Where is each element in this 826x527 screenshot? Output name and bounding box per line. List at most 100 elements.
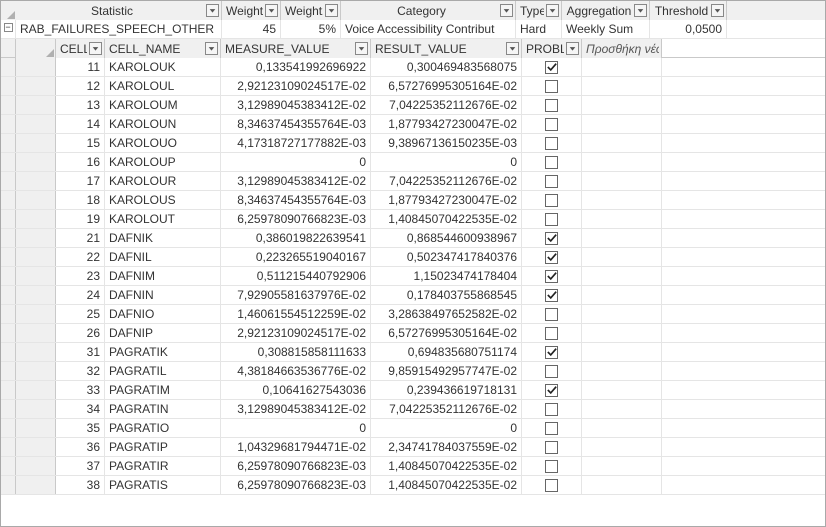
row-selector[interactable] xyxy=(16,343,56,361)
cell-result[interactable]: 9,85915492957747E-02 xyxy=(371,362,522,380)
cell-name[interactable]: KAROLOUP xyxy=(105,153,221,171)
col-header-aggregation[interactable]: Aggregation xyxy=(562,1,650,20)
checkbox-icon[interactable] xyxy=(545,308,558,321)
checkbox-icon[interactable] xyxy=(545,61,558,74)
cell-id[interactable]: 22 xyxy=(56,248,105,266)
cell-problem[interactable] xyxy=(522,305,582,323)
inner-col-problem[interactable]: PROBLE xyxy=(522,39,582,58)
cell-problem[interactable] xyxy=(522,381,582,399)
col-header-category[interactable]: Category xyxy=(341,1,516,20)
col-header-weight2[interactable]: Weight2 xyxy=(281,1,341,20)
checkbox-icon[interactable] xyxy=(545,137,558,150)
cell-result[interactable]: 1,40845070422535E-02 xyxy=(371,457,522,475)
cell-measure[interactable]: 2,92123109024517E-02 xyxy=(221,77,371,95)
col-header-weight1[interactable]: Weight1 xyxy=(222,1,281,20)
dropdown-icon[interactable] xyxy=(206,4,219,17)
row-selector[interactable] xyxy=(16,96,56,114)
cell-measure[interactable]: 3,12989045383412E-02 xyxy=(221,400,371,418)
cell-measure[interactable]: 0,308815858111633 xyxy=(221,343,371,361)
cell-name[interactable]: PAGRATIR xyxy=(105,457,221,475)
cell-id[interactable]: 16 xyxy=(56,153,105,171)
cell-problem[interactable] xyxy=(522,400,582,418)
dropdown-icon[interactable] xyxy=(325,4,338,17)
dropdown-icon[interactable] xyxy=(500,4,513,17)
row-selector[interactable] xyxy=(16,229,56,247)
cell-id[interactable]: 13 xyxy=(56,96,105,114)
cell-measure[interactable]: 4,17318727177882E-03 xyxy=(221,134,371,152)
checkbox-icon[interactable] xyxy=(545,232,558,245)
cell-id[interactable]: 15 xyxy=(56,134,105,152)
cell-result[interactable]: 1,15023474178404 xyxy=(371,267,522,285)
checkbox-icon[interactable] xyxy=(545,289,558,302)
cell-id[interactable]: 26 xyxy=(56,324,105,342)
cell-problem[interactable] xyxy=(522,419,582,437)
cell-measure[interactable]: 3,12989045383412E-02 xyxy=(221,96,371,114)
cell-problem[interactable] xyxy=(522,286,582,304)
row-selector[interactable] xyxy=(16,58,56,76)
cell-id[interactable]: 25 xyxy=(56,305,105,323)
cell-name[interactable]: PAGRATIN xyxy=(105,400,221,418)
cell-name[interactable]: KAROLOUN xyxy=(105,115,221,133)
cell-id[interactable]: 38 xyxy=(56,476,105,494)
stat-cell-threshold[interactable]: 0,0500 xyxy=(650,20,727,38)
cell-result[interactable]: 0,694835680751174 xyxy=(371,343,522,361)
col-header-threshold[interactable]: Threshold xyxy=(650,1,727,20)
checkbox-icon[interactable] xyxy=(545,365,558,378)
inner-col-addnew[interactable]: Προσθήκη νέο xyxy=(582,39,662,58)
cell-id[interactable]: 24 xyxy=(56,286,105,304)
cell-measure[interactable]: 6,25978090766823E-03 xyxy=(221,457,371,475)
cell-name[interactable]: PAGRATIP xyxy=(105,438,221,456)
checkbox-icon[interactable] xyxy=(545,99,558,112)
cell-name[interactable]: PAGRATIK xyxy=(105,343,221,361)
row-selector[interactable] xyxy=(16,172,56,190)
cell-name[interactable]: KAROLOUS xyxy=(105,191,221,209)
cell-measure[interactable]: 4,38184663536776E-02 xyxy=(221,362,371,380)
cell-problem[interactable] xyxy=(522,229,582,247)
row-selector[interactable] xyxy=(16,400,56,418)
cell-name[interactable]: PAGRATIL xyxy=(105,362,221,380)
checkbox-icon[interactable] xyxy=(545,460,558,473)
cell-measure[interactable]: 0,133541992696922 xyxy=(221,58,371,76)
select-all-corner[interactable] xyxy=(1,1,16,20)
checkbox-icon[interactable] xyxy=(545,251,558,264)
cell-name[interactable]: KAROLOUT xyxy=(105,210,221,228)
cell-name[interactable]: KAROLOUL xyxy=(105,77,221,95)
stat-cell-category[interactable]: Voice Accessibility Contribut xyxy=(341,20,516,38)
dropdown-icon[interactable] xyxy=(89,42,102,55)
cell-result[interactable]: 7,04225352112676E-02 xyxy=(371,96,522,114)
checkbox-icon[interactable] xyxy=(545,403,558,416)
cell-name[interactable]: KAROLOUM xyxy=(105,96,221,114)
cell-result[interactable]: 0,178403755868545 xyxy=(371,286,522,304)
cell-result[interactable]: 6,57276995305164E-02 xyxy=(371,324,522,342)
cell-measure[interactable]: 0,223265519040167 xyxy=(221,248,371,266)
checkbox-icon[interactable] xyxy=(545,118,558,131)
cell-result[interactable]: 3,28638497652582E-02 xyxy=(371,305,522,323)
cell-measure[interactable]: 6,25978090766823E-03 xyxy=(221,210,371,228)
inner-col-result[interactable]: RESULT_VALUE xyxy=(371,39,522,58)
cell-id[interactable]: 34 xyxy=(56,400,105,418)
cell-id[interactable]: 37 xyxy=(56,457,105,475)
dropdown-icon[interactable] xyxy=(205,42,218,55)
row-selector[interactable] xyxy=(16,381,56,399)
stat-cell-weight1[interactable]: 45 xyxy=(222,20,281,38)
cell-id[interactable]: 33 xyxy=(56,381,105,399)
row-selector[interactable] xyxy=(16,210,56,228)
cell-id[interactable]: 14 xyxy=(56,115,105,133)
cell-result[interactable]: 7,04225352112676E-02 xyxy=(371,172,522,190)
row-selector[interactable] xyxy=(16,115,56,133)
checkbox-icon[interactable] xyxy=(545,156,558,169)
cell-result[interactable]: 2,34741784037559E-02 xyxy=(371,438,522,456)
cell-id[interactable]: 31 xyxy=(56,343,105,361)
cell-id[interactable]: 23 xyxy=(56,267,105,285)
cell-result[interactable]: 9,38967136150235E-03 xyxy=(371,134,522,152)
cell-result[interactable]: 7,04225352112676E-02 xyxy=(371,400,522,418)
cell-id[interactable]: 18 xyxy=(56,191,105,209)
inner-col-cellname[interactable]: CELL_NAME xyxy=(105,39,221,58)
cell-id[interactable]: 19 xyxy=(56,210,105,228)
cell-name[interactable]: DAFNIO xyxy=(105,305,221,323)
row-selector[interactable] xyxy=(16,438,56,456)
cell-problem[interactable] xyxy=(522,134,582,152)
checkbox-icon[interactable] xyxy=(545,346,558,359)
cell-id[interactable]: 36 xyxy=(56,438,105,456)
inner-col-cellid[interactable]: CELLI xyxy=(56,39,105,58)
